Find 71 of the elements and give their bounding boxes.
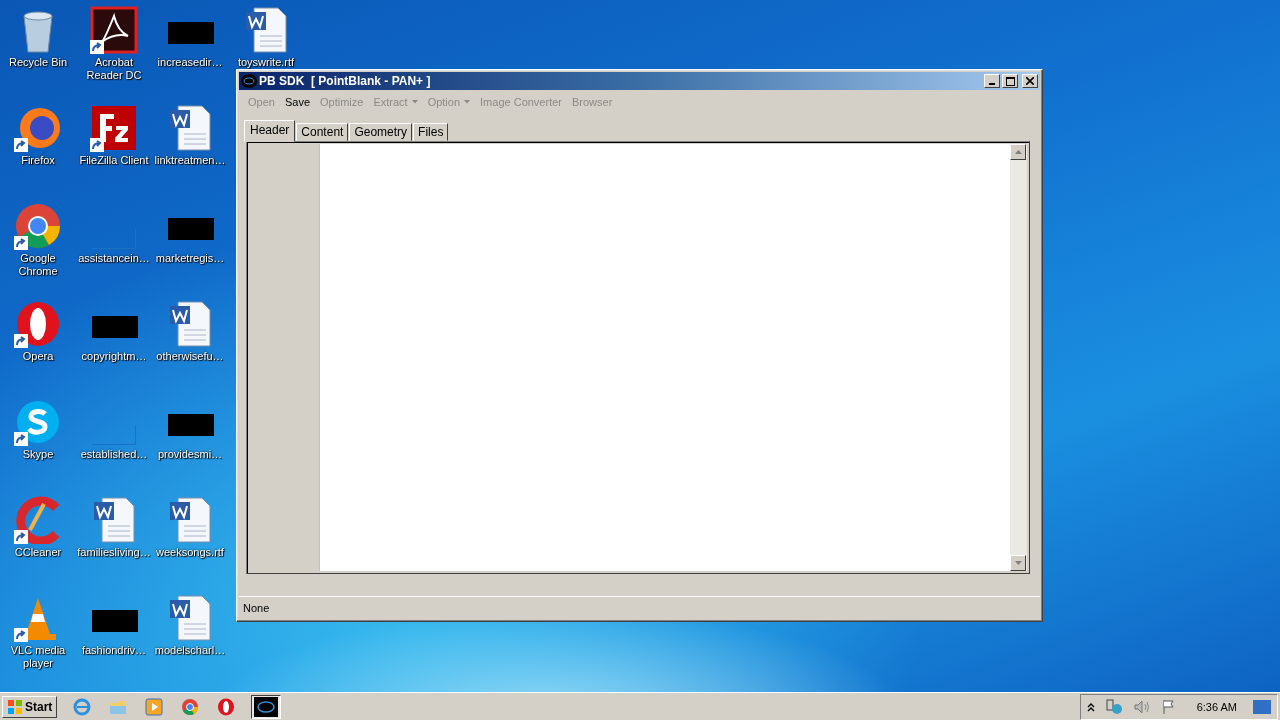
play-icon <box>145 697 164 716</box>
show-desktop-icon[interactable] <box>1253 699 1271 714</box>
shortcut-arrow-icon <box>14 530 28 544</box>
caret-icon <box>464 100 471 104</box>
caret-icon <box>411 100 418 104</box>
desktop-icon-label[interactable]: providesmi… <box>152 448 228 461</box>
desktop-icon-label[interactable]: FileZilla Client <box>76 154 152 167</box>
desktop-icon-label[interactable]: Skype <box>0 448 76 461</box>
chrome-icon <box>14 202 62 250</box>
shortcut-arrow-icon <box>14 334 28 348</box>
internet-explorer-icon <box>73 697 92 716</box>
scroll-down-button[interactable] <box>1010 555 1026 571</box>
desktop-icon-label[interactable]: Firefox <box>0 154 76 167</box>
filezilla-icon <box>90 104 138 152</box>
clock[interactable]: 6:36 AM <box>1196 700 1237 713</box>
desktop-icon-label[interactable]: otherwisefu… <box>152 350 228 363</box>
app-logo-icon <box>241 74 257 88</box>
desktop-icon-label[interactable]: Recycle Bin <box>0 56 76 69</box>
status-text: None <box>243 602 270 614</box>
desktop-icon-label[interactable]: fashiondriv… <box>76 644 152 657</box>
shortcut-arrow-icon <box>14 628 28 642</box>
minimize-button[interactable] <box>984 74 1000 88</box>
pdf-reader-icon <box>90 6 138 54</box>
network-icon[interactable] <box>1104 698 1123 715</box>
flag-icon[interactable] <box>1160 698 1177 715</box>
chrome-icon <box>181 697 200 716</box>
desktop-icon-label[interactable]: Acrobat Reader DC <box>76 56 152 82</box>
scroll-up-button[interactable] <box>1010 144 1026 160</box>
skype-icon <box>14 398 62 446</box>
close-icon <box>1026 77 1034 85</box>
app-logo-icon <box>254 696 279 717</box>
maximize-button[interactable] <box>1002 74 1018 88</box>
desktop-icon-label[interactable]: toyswrite.rtf <box>228 56 304 69</box>
desktop-icon-label[interactable]: linktreatmen… <box>152 154 228 167</box>
opera-icon <box>217 697 236 716</box>
desktop-icon-label[interactable]: established… <box>76 448 152 461</box>
shortcut-arrow-icon <box>90 40 104 54</box>
chevron-up-icon[interactable] <box>1086 701 1095 712</box>
desktop-icon-label[interactable]: Google Chrome <box>0 252 76 278</box>
shortcut-arrow-icon <box>90 138 104 152</box>
close-button[interactable] <box>1022 74 1038 88</box>
shortcut-arrow-icon <box>14 432 28 446</box>
menu-item[interactable]: Save <box>279 94 315 110</box>
ccleaner-icon <box>14 496 62 544</box>
windows-logo-icon <box>7 698 23 715</box>
desktop-icon-label[interactable]: VLC media player <box>0 644 76 670</box>
tab[interactable]: Content <box>296 123 349 141</box>
scrollbar[interactable] <box>1010 144 1027 571</box>
down-arrow-icon <box>1014 561 1022 565</box>
desktop-icon-label[interactable]: modelscharl… <box>152 644 228 657</box>
tab[interactable]: Geometry <box>349 123 413 141</box>
desktop-icon-label[interactable]: CCleaner <box>0 546 76 559</box>
desktop-icon-label[interactable]: marketregis… <box>152 252 228 265</box>
window-title: PB SDK [ PointBlank - PAN+ ] <box>259 74 432 88</box>
desktop-icon-label[interactable]: Opera <box>0 350 76 363</box>
taskbar-button[interactable] <box>251 694 282 719</box>
opera-icon <box>14 300 62 348</box>
desktop-icon-label[interactable]: copyrightm… <box>76 350 152 363</box>
maximize-icon <box>1005 76 1015 86</box>
file-icon <box>92 425 136 445</box>
desktop-icon-label[interactable]: familiesliving… <box>76 546 152 559</box>
up-arrow-icon <box>1014 150 1022 154</box>
shortcut-arrow-icon <box>14 138 28 152</box>
desktop-icon-label[interactable]: weeksongs.rtf <box>152 546 228 559</box>
desktop-icon-label[interactable]: assistancein… <box>76 252 152 265</box>
tab[interactable]: Header <box>244 120 296 142</box>
speaker-icon[interactable] <box>1132 698 1151 715</box>
desktop-icon-label[interactable]: increasedir… <box>152 56 228 69</box>
start-button[interactable]: Start <box>2 695 58 718</box>
shortcut-arrow-icon <box>14 236 28 250</box>
tab[interactable]: Files <box>413 123 449 141</box>
